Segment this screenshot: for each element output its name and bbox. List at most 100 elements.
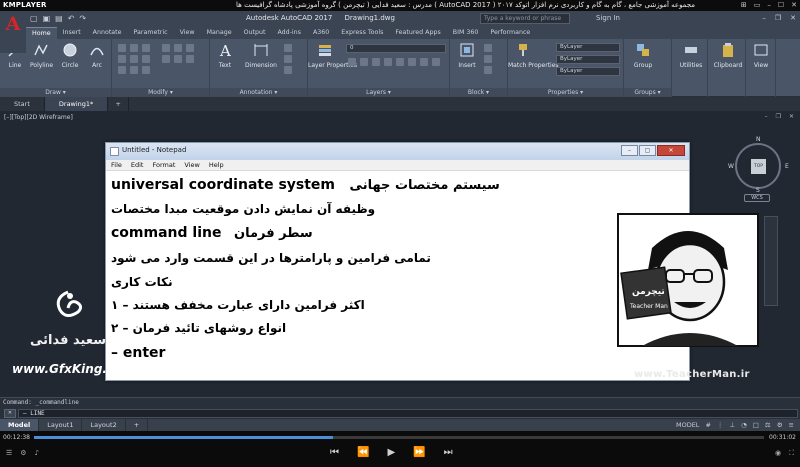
vp-restore-icon[interactable]: ❐: [776, 113, 781, 120]
tab-a360[interactable]: A360: [307, 27, 335, 39]
layer-tool-3-icon[interactable]: [372, 58, 380, 66]
snap-icon[interactable]: ⋮: [717, 419, 724, 431]
insert-tool[interactable]: Insert: [456, 42, 478, 69]
grid-icon[interactable]: #: [705, 419, 710, 431]
text-tool[interactable]: A Text: [214, 42, 236, 69]
workspace-gear-icon[interactable]: ⚙: [777, 419, 783, 431]
group-tool[interactable]: Group: [632, 42, 654, 69]
create-block-icon[interactable]: [484, 44, 492, 52]
layer-tool-1-icon[interactable]: [348, 58, 356, 66]
open-folder-icon[interactable]: ▣: [43, 14, 51, 23]
tab-drawing1[interactable]: Drawing1*: [44, 97, 109, 111]
menu-format[interactable]: Format: [152, 160, 175, 170]
application-menu-button[interactable]: A: [0, 11, 26, 53]
copy-icon[interactable]: [118, 55, 126, 63]
properties-panel-label[interactable]: Properties ▾: [508, 88, 623, 97]
edit-block-icon[interactable]: [484, 55, 492, 63]
leader-icon[interactable]: [284, 44, 292, 52]
kmplayer-ctrl-2[interactable]: ▭: [754, 0, 761, 11]
layer-tool-7-icon[interactable]: [420, 58, 428, 66]
polyline-tool[interactable]: Polyline: [30, 42, 53, 69]
ortho-icon[interactable]: ⊥: [729, 419, 735, 431]
tab-featured-apps[interactable]: Featured Apps: [389, 27, 446, 39]
tab-start[interactable]: Start: [0, 97, 45, 111]
arc-tool[interactable]: Arc: [86, 42, 108, 69]
undo-icon[interactable]: ↶: [68, 14, 75, 23]
lineweight-dropdown[interactable]: ByLayer: [556, 67, 620, 76]
fullscreen-icon[interactable]: ⛶: [789, 449, 794, 458]
annotation-panel-label[interactable]: Annotation ▾: [210, 88, 307, 97]
tab-annotate[interactable]: Annotate: [87, 27, 128, 39]
annotation-scale-icon[interactable]: ⚖: [765, 419, 771, 431]
erase-icon[interactable]: [162, 44, 170, 52]
notepad-text-area[interactable]: universal coordinate system سیستم مختصات…: [106, 171, 689, 380]
forward-icon[interactable]: ⏩: [413, 447, 425, 458]
tab-parametric[interactable]: Parametric: [128, 27, 174, 39]
new-file-icon[interactable]: ▢: [30, 14, 38, 23]
minimize-icon[interactable]: –: [762, 14, 766, 22]
command-customize-icon[interactable]: ✕: [4, 409, 16, 418]
notepad-maximize-icon[interactable]: ▢: [639, 145, 656, 156]
layer-tool-5-icon[interactable]: [396, 58, 404, 66]
close-icon[interactable]: ✕: [790, 14, 796, 22]
linetype-dropdown[interactable]: ByLayer: [556, 55, 620, 64]
wcs-menu[interactable]: WCS: [744, 194, 770, 202]
previous-icon[interactable]: ⏮: [330, 447, 339, 458]
kmplayer-close[interactable]: ✕: [791, 0, 797, 11]
kmplayer-maximize[interactable]: ☐: [778, 0, 784, 11]
rotate-icon[interactable]: [130, 44, 138, 52]
clipboard-tool[interactable]: Clipboard: [712, 42, 744, 69]
restore-icon[interactable]: ❐: [775, 14, 781, 22]
next-icon[interactable]: ⏭: [444, 447, 453, 458]
vp-close-icon[interactable]: ✕: [789, 113, 794, 120]
settings-icon[interactable]: ⚙: [20, 449, 26, 457]
play-icon[interactable]: ▶: [387, 447, 395, 458]
notepad-close-icon[interactable]: ✕: [657, 145, 685, 156]
tab-model[interactable]: Model: [0, 419, 40, 431]
layer-tool-2-icon[interactable]: [360, 58, 368, 66]
layers-panel-label[interactable]: Layers ▾: [308, 88, 449, 97]
tab-insert[interactable]: Insert: [57, 27, 87, 39]
viewcube[interactable]: N S W E TOP: [728, 136, 789, 194]
vp-minimize-icon[interactable]: –: [765, 113, 768, 120]
sign-in-link[interactable]: Sign In: [596, 14, 620, 22]
circle-tool[interactable]: Circle: [59, 42, 81, 69]
customize-menu-icon[interactable]: ≡: [789, 419, 794, 431]
kmplayer-ctrl-1[interactable]: ⊞: [741, 0, 747, 11]
menu-help[interactable]: Help: [209, 160, 224, 170]
extend-icon[interactable]: [162, 55, 170, 63]
chamfer-icon[interactable]: [174, 55, 182, 63]
move-icon[interactable]: [118, 44, 126, 52]
new-tab-plus-icon[interactable]: +: [108, 97, 129, 111]
tab-home[interactable]: Home: [26, 27, 57, 39]
polar-icon[interactable]: ◔: [741, 419, 747, 431]
menu-edit[interactable]: Edit: [131, 160, 144, 170]
tab-layout2[interactable]: Layout2: [82, 419, 126, 431]
modify-panel-label[interactable]: Modify ▾: [112, 88, 209, 97]
command-input[interactable]: – LINE: [18, 409, 798, 418]
playlist-icon[interactable]: ☰: [6, 449, 12, 457]
capture-icon[interactable]: ◉: [775, 449, 781, 458]
tab-layout1[interactable]: Layout1: [39, 419, 83, 431]
layer-properties-tool[interactable]: Layer Properties: [308, 42, 357, 69]
break-icon[interactable]: [186, 55, 194, 63]
explode-icon[interactable]: [174, 44, 182, 52]
view-tool[interactable]: View: [750, 42, 772, 69]
tab-bim-360[interactable]: BIM 360: [447, 27, 485, 39]
groups-panel-label[interactable]: Groups ▾: [624, 88, 671, 97]
layer-tool-8-icon[interactable]: [432, 58, 440, 66]
fillet-icon[interactable]: [142, 55, 150, 63]
color-dropdown[interactable]: ByLayer: [556, 43, 620, 52]
add-layout-plus-icon[interactable]: +: [126, 419, 149, 431]
dimension-tool[interactable]: Dimension: [244, 42, 278, 69]
layer-dropdown[interactable]: 0: [346, 44, 446, 53]
notepad-title-bar[interactable]: Untitled - Notepad – ▢ ✕: [106, 143, 689, 160]
model-space-button[interactable]: MODEL: [676, 419, 699, 431]
tab-performance[interactable]: Performance: [484, 27, 536, 39]
trim-icon[interactable]: [142, 44, 150, 52]
viewport-controls-label[interactable]: [–][Top][2D Wireframe]: [4, 114, 73, 121]
layer-tool-6-icon[interactable]: [408, 58, 416, 66]
block-panel-label[interactable]: Block ▾: [450, 88, 507, 97]
tab-manage[interactable]: Manage: [201, 27, 238, 39]
tab-view[interactable]: View: [174, 27, 201, 39]
